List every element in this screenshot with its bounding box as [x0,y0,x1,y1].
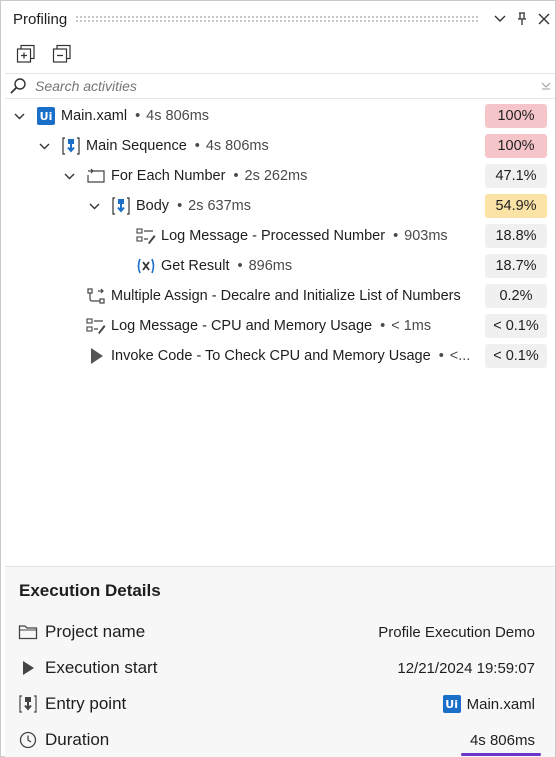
activity-percent: 0.2% [485,284,547,308]
pin-icon[interactable] [511,8,533,30]
activity-name: Multiple Assign - Decalre and Initialize… [111,288,461,304]
log-message-icon [85,315,107,337]
activity-duration: 903ms [404,228,448,244]
chevron-down-icon[interactable] [489,8,511,30]
activity-tree: Ui Main.xaml • 4s 806ms 100% Main Sequen… [5,101,555,561]
chevron-down-icon[interactable] [86,198,102,214]
expand-all-icon[interactable] [13,41,39,67]
duration-value: 4s 806ms [469,731,535,749]
play-icon [85,345,107,367]
activity-percent: 100% [485,104,547,128]
duration-row: Duration 4s 806ms [17,725,543,755]
entry-point-label: Entry point [45,694,127,713]
activity-name: Log Message - Processed Number [161,228,386,244]
log-message-icon [135,225,157,247]
project-name-row: Project name Profile Execution Demo [17,617,543,647]
activity-percent: 47.1% [485,164,547,188]
duration-underline [461,753,541,756]
activity-name: Invoke Code - To Check CPU and Memory Us… [111,348,431,364]
search-input[interactable] [35,78,515,94]
tree-row-multiple-assign[interactable]: Multiple Assign - Decalre and Initialize… [5,281,555,311]
activity-name: Log Message - CPU and Memory Usage [111,318,373,334]
activity-percent: 100% [485,134,547,158]
chevron-down-icon[interactable] [36,138,52,154]
activity-duration: 4s 806ms [205,138,269,154]
panel-title: Profiling [13,10,68,28]
profiling-toolbar [13,41,75,67]
tree-row-body[interactable]: Body • 2s 637ms 54.9% [5,191,555,221]
multiple-assign-icon [85,285,107,307]
sequence-icon [110,195,132,217]
folder-icon [17,621,39,643]
activity-percent: 18.7% [485,254,547,278]
activity-percent: < 0.1% [485,344,547,368]
entry-point-row: Entry point Ui Main.xaml [17,689,543,719]
activity-percent: < 0.1% [485,314,547,338]
activity-duration: 4s 806ms [146,108,210,124]
activity-name: Main Sequence [86,138,187,154]
entry-point-value-wrap[interactable]: Ui Main.xaml [442,695,535,713]
tree-row-invoke-code[interactable]: Invoke Code - To Check CPU and Memory Us… [5,341,555,371]
tree-row-for-each-number[interactable]: For Each Number • 2s 262ms 47.1% [5,161,555,191]
activity-name: Main.xaml [61,108,128,124]
execution-start-value: 12/21/2024 19:59:07 [397,659,535,677]
profiling-panel: Profiling Search activities Ui Main.xaml… [0,0,556,757]
tree-row-get-result[interactable]: Get Result • 896ms 18.7% [5,251,555,281]
activity-name: Get Result [161,258,230,274]
panel-titlebar: Profiling [5,5,555,33]
tree-row-main-xaml[interactable]: Ui Main.xaml • 4s 806ms 100% [5,101,555,131]
tree-row-log-message-cpu[interactable]: Log Message - CPU and Memory Usage • < 1… [5,311,555,341]
project-name-label: Project name [45,622,146,641]
variable-icon [135,255,157,277]
entry-point-value[interactable]: Main.xaml [467,696,535,713]
uipath-icon: Ui [35,105,57,127]
clock-icon [17,729,39,751]
uipath-icon: Ui [442,695,461,713]
tree-row-main-sequence[interactable]: Main Sequence • 4s 806ms 100% [5,131,555,161]
project-name-value: Profile Execution Demo [378,623,535,641]
collapse-all-icon[interactable] [49,41,75,67]
sequence-icon [17,693,39,715]
details-heading: Execution Details [19,581,161,600]
activity-duration: 896ms [248,258,293,274]
close-icon[interactable] [533,8,555,30]
duration-label: Duration [45,730,110,749]
execution-start-label: Execution start [45,658,158,677]
chevron-down-icon[interactable] [61,168,77,184]
activity-duration: 2s 637ms [188,198,252,214]
chevron-down-icon[interactable] [11,108,27,124]
activity-duration: 2s 262ms [244,168,308,184]
sequence-icon [60,135,82,157]
play-icon [17,657,39,679]
scroll-indicator-icon[interactable] [541,82,551,93]
execution-details: Execution Details Project name Profile E… [5,566,555,757]
search-bar [5,73,555,99]
search-icon [7,75,29,97]
foreach-icon [85,165,107,187]
activity-name: For Each Number [111,168,226,184]
execution-start-row: Execution start 12/21/2024 19:59:07 [17,653,543,683]
activity-percent: 18.8% [485,224,547,248]
tree-row-log-message-processed[interactable]: Log Message - Processed Number • 903ms 1… [5,221,555,251]
activity-percent: 54.9% [485,194,547,218]
drag-grip[interactable] [75,15,479,23]
activity-duration: <... [449,348,471,364]
activity-name: Body [136,198,170,214]
activity-duration: < 1ms [391,318,432,334]
